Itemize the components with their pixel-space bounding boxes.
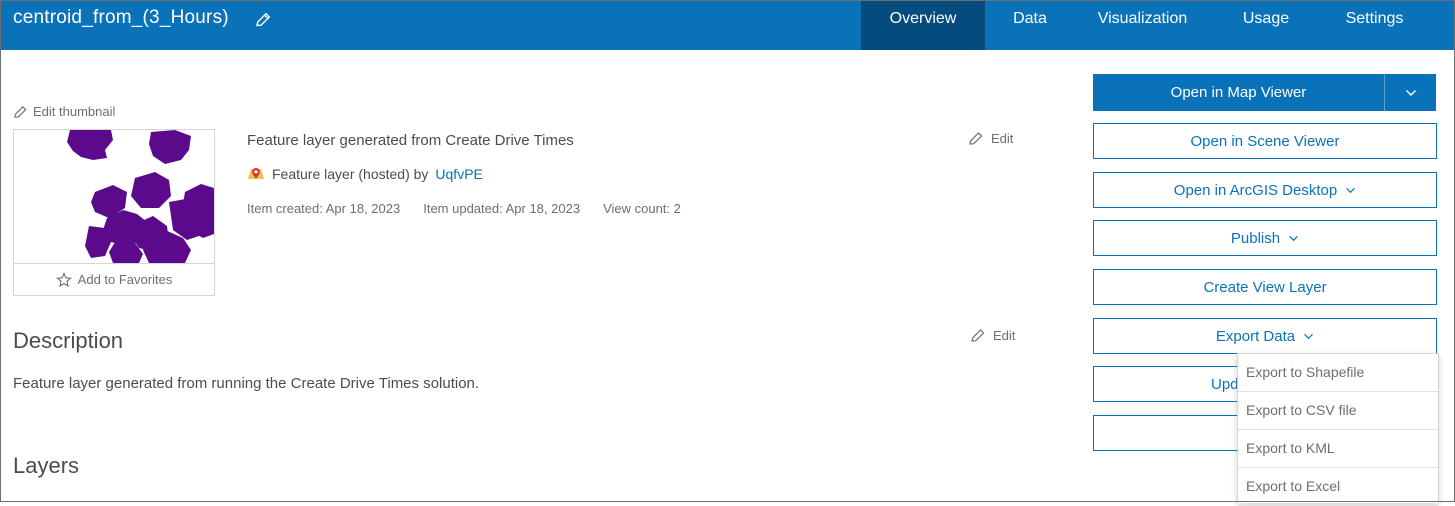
view-count: View count: 2 [603, 201, 681, 216]
item-meta: Item created: Apr 18, 2023 Item updated:… [247, 201, 681, 216]
tab-visualization[interactable]: Visualization [1075, 0, 1210, 50]
star-icon [55, 271, 72, 287]
export-kml-item[interactable]: Export to KML [1238, 430, 1438, 468]
tab-bar: Overview Data Visualization Usage Settin… [861, 0, 1427, 50]
pencil-icon [969, 132, 983, 145]
open-map-viewer-group: Open in Map Viewer [1093, 74, 1436, 111]
description-heading: Description [13, 328, 124, 353]
tab-data[interactable]: Data [985, 0, 1075, 50]
open-arcgis-desktop-button[interactable]: Open in ArcGIS Desktop [1093, 172, 1437, 208]
layers-heading: Layers [13, 453, 80, 478]
export-data-button[interactable]: Export Data [1093, 318, 1437, 354]
open-arcgis-desktop-label: Open in ArcGIS Desktop [1173, 181, 1338, 199]
publish-label: Publish [1230, 229, 1281, 247]
thumbnail-image [15, 130, 214, 263]
chevron-down-icon [1346, 187, 1356, 193]
pencil-icon [971, 329, 985, 342]
tab-usage[interactable]: Usage [1210, 0, 1322, 50]
create-view-layer-button[interactable]: Create View Layer [1093, 269, 1437, 305]
edit-summary-label: Edit [991, 130, 1014, 146]
chevron-down-icon [1289, 235, 1298, 241]
export-shapefile-item[interactable]: Export to Shapefile [1238, 354, 1438, 392]
item-type-line: Feature layer (hosted) by UqfvPE [247, 166, 483, 182]
export-csv-item[interactable]: Export to CSV file [1238, 392, 1438, 430]
item-header: centroid_from_(3_Hours) Overview Data Vi… [0, 0, 1455, 50]
update-label: Upd [1211, 375, 1239, 393]
edit-thumbnail-link[interactable]: Edit thumbnail [13, 104, 115, 119]
create-view-layer-label: Create View Layer [1203, 278, 1327, 296]
add-to-favorites-label: Add to Favorites [77, 272, 173, 287]
export-data-menu: Export to Shapefile Export to CSV file E… [1237, 353, 1439, 506]
pencil-icon [14, 106, 27, 118]
edit-summary-link[interactable]: Edit [968, 130, 1013, 146]
publish-button[interactable]: Publish [1093, 220, 1437, 256]
item-type-text: Feature layer (hosted) by [272, 166, 429, 182]
owner-link[interactable]: UqfvPE [435, 166, 482, 182]
item-updated: Item updated: Apr 18, 2023 [423, 201, 581, 216]
item-created: Item created: Apr 18, 2023 [247, 201, 401, 216]
description-text: Feature layer generated from running the… [13, 375, 480, 392]
item-summary: Feature layer generated from Create Driv… [247, 132, 574, 149]
open-scene-viewer-button[interactable]: Open in Scene Viewer [1093, 123, 1437, 159]
drive-time-polygons [67, 130, 214, 263]
thumbnail-card: Add to Favorites [13, 129, 215, 296]
export-data-label: Export Data [1215, 327, 1296, 345]
tab-overview[interactable]: Overview [861, 0, 985, 50]
add-to-favorites-button[interactable]: Add to Favorites [14, 263, 214, 295]
map-viewer-options-button[interactable] [1384, 74, 1436, 111]
tab-settings[interactable]: Settings [1322, 0, 1427, 50]
item-title: centroid_from_(3_Hours) [13, 7, 229, 28]
open-scene-viewer-label: Open in Scene Viewer [1190, 132, 1340, 150]
chevron-down-icon [1304, 333, 1313, 339]
pencil-icon[interactable] [254, 11, 272, 29]
edit-thumbnail-label: Edit thumbnail [33, 104, 116, 119]
chevron-down-icon [1405, 89, 1416, 96]
open-map-viewer-button[interactable]: Open in Map Viewer [1093, 74, 1384, 111]
edit-description-link[interactable]: Edit [970, 327, 1015, 343]
edit-description-label: Edit [993, 327, 1016, 343]
export-excel-item[interactable]: Export to Excel [1238, 468, 1438, 506]
feature-layer-icon [248, 168, 264, 179]
